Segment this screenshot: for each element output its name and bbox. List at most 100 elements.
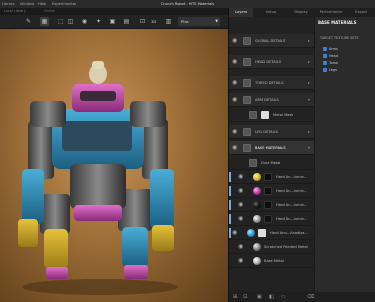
folder-icon xyxy=(243,79,251,87)
right-panel: Layers Setup Display Performance Export … xyxy=(228,8,375,302)
checkbox-checked-icon xyxy=(323,47,327,51)
eye-icon[interactable]: ◉ xyxy=(238,254,243,268)
checkbox-label: Legs xyxy=(329,68,337,72)
eye-icon[interactable]: ◉ xyxy=(238,184,243,198)
material-ball-icon xyxy=(253,257,261,265)
folder-icon xyxy=(243,144,251,152)
texture-set-arms-checkbox[interactable]: Arms xyxy=(323,46,375,52)
paint-tool-icon[interactable]: ✎ xyxy=(24,17,33,26)
add-effect-icon[interactable]: ◧ xyxy=(269,292,274,302)
layer-arm-details[interactable]: ◉ ARM DETAILS ▾ xyxy=(229,93,314,107)
chevron-right-icon[interactable]: ▸ xyxy=(308,55,310,69)
layer-label: ARM DETAILS xyxy=(255,98,279,102)
folder-icon xyxy=(243,96,251,104)
app-window: Library Window Help Experimental Crunch … xyxy=(0,0,375,302)
mask-thumbnail xyxy=(264,201,272,209)
render-icon[interactable]: ▤ xyxy=(122,17,131,26)
layer-metal-mask[interactable]: Metal Mask xyxy=(229,108,314,122)
checkbox-checked-icon xyxy=(323,68,327,72)
layer-head-details[interactable]: ◉ HEAD DETAILS ▸ xyxy=(229,55,314,69)
material-ball-icon xyxy=(247,229,255,237)
chevron-right-icon[interactable]: ▸ xyxy=(308,76,310,90)
folder-icon xyxy=(243,58,251,66)
chevron-down-icon: ▼ xyxy=(215,19,218,23)
layout-icon[interactable]: ▥ xyxy=(164,17,173,26)
add-layer-icon[interactable]: ⊞ xyxy=(233,292,237,302)
texture-set-head-checkbox[interactable]: Head xyxy=(323,53,375,59)
layer-scratched-painted-metal[interactable]: ◉ Scratched Painted Metal xyxy=(229,240,314,254)
chevron-right-icon[interactable]: ▸ xyxy=(308,34,310,48)
layer-material-pink[interactable]: ◉ Hard An...lumin... xyxy=(229,184,314,198)
layer-label: Hard An...lumin... xyxy=(276,175,308,179)
sphere-tool-icon[interactable]: ◉ xyxy=(80,17,89,26)
layer-label: GLOBAL DETAILS xyxy=(255,39,286,43)
texture-set-legs-checkbox[interactable]: Legs xyxy=(323,67,375,73)
folder-icon xyxy=(243,37,251,45)
folder-icon xyxy=(249,159,257,167)
grid-tool-icon[interactable]: ▦ xyxy=(40,17,49,26)
panel-tabs: Layers Setup Display Performance Export xyxy=(229,8,375,17)
eye-icon[interactable]: ◉ xyxy=(232,34,237,48)
chevron-right-icon[interactable]: ▸ xyxy=(308,125,310,139)
checkbox-checked-icon xyxy=(323,61,327,65)
tab-display[interactable]: Display xyxy=(289,8,313,17)
eye-icon[interactable]: ◉ xyxy=(238,170,243,184)
eye-icon[interactable]: ◉ xyxy=(232,76,237,90)
add-mask-icon[interactable]: ▣ xyxy=(257,292,262,302)
mask-thumbnail xyxy=(258,229,266,237)
chevron-down-icon[interactable]: ▾ xyxy=(308,141,310,155)
eye-icon[interactable]: ◉ xyxy=(232,55,237,69)
layer-material-blue[interactable]: ◉ Hard Anu...Anodiza... xyxy=(229,226,314,240)
layer-dust-metal[interactable]: Dust Metal xyxy=(229,156,314,170)
eye-icon[interactable]: ◉ xyxy=(238,240,243,254)
layer-base-metal[interactable]: ◉ Base Metal xyxy=(229,254,314,268)
delete-icon[interactable]: ⌫ xyxy=(307,292,314,302)
eye-icon[interactable]: ◉ xyxy=(238,212,243,226)
select-tool-icon[interactable]: ⬚ xyxy=(56,17,65,26)
eye-icon[interactable]: ◉ xyxy=(232,141,237,155)
layer-label: HEAD DETAILS xyxy=(255,60,282,64)
eye-icon[interactable]: ◉ xyxy=(238,198,243,212)
layer-material-yellow[interactable]: ◉ Hard An...lumin... xyxy=(229,170,314,184)
chevron-down-icon[interactable]: ▾ xyxy=(308,93,310,107)
eye-icon[interactable]: ◉ xyxy=(232,93,237,107)
material-ball-icon xyxy=(253,215,261,223)
transform-tool-icon[interactable]: ◫ xyxy=(66,17,75,26)
checkbox-label: Arms xyxy=(329,47,338,51)
camera-icon[interactable]: ▣ xyxy=(108,17,117,26)
texture-set-torso-checkbox[interactable]: Torso xyxy=(323,60,375,66)
layer-label: LEG DETAILS xyxy=(255,130,278,134)
folder-icon xyxy=(243,128,251,136)
layer-global-details[interactable]: ◉ GLOBAL DETAILS ▸ xyxy=(229,34,314,48)
layer-torso-details[interactable]: ◉ TORSO DETAILS ▸ xyxy=(229,76,314,90)
layer-base-materials[interactable]: ◉ BASE MATERIALS ▾ xyxy=(229,141,314,155)
preset-select[interactable]: Plas ▼ xyxy=(178,17,220,26)
layer-leg-details[interactable]: ◉ LEG DETAILS ▸ xyxy=(229,125,314,139)
robot-model-render xyxy=(18,61,178,295)
picker-tool-icon[interactable]: ✦ xyxy=(94,17,103,26)
layer-label: Metal Mask xyxy=(273,113,294,117)
layer-material-black[interactable]: ◉ Hard An...lumin... xyxy=(229,198,314,212)
window-title: Crunch Robot - MTS Materials xyxy=(160,2,215,6)
eye-icon[interactable]: ◉ xyxy=(232,226,237,240)
selection-marker xyxy=(229,186,231,196)
3d-viewport[interactable] xyxy=(0,29,228,302)
checkbox-label: Torso xyxy=(329,61,338,65)
selection-marker xyxy=(229,228,231,238)
add-fill-icon[interactable]: ⊡ xyxy=(243,292,247,302)
tab-online[interactable]: Online xyxy=(44,8,55,15)
tab-export[interactable]: Export xyxy=(349,8,373,17)
eye-icon[interactable]: ◉ xyxy=(232,125,237,139)
tab-local-library[interactable]: Local Library xyxy=(4,8,26,15)
layer-label: Hard Anu...Anodiza... xyxy=(270,231,308,235)
lock-icon[interactable]: ⊡ xyxy=(138,17,147,26)
viewport-toolbar: ✎ ▦ ⬚ ◫ ◉ ✦ ▣ ▤ ⊡ 3D ▥ Plas ▼ xyxy=(0,15,228,29)
tab-layers[interactable]: Layers xyxy=(229,8,253,17)
layer-label: TORSO DETAILS xyxy=(255,81,284,85)
checkbox-checked-icon xyxy=(323,54,327,58)
layer-material-silver[interactable]: ◉ Hard An...lumin... xyxy=(229,212,314,226)
add-folder-icon[interactable]: ▭ xyxy=(281,292,286,302)
view-mode-select[interactable]: 3D xyxy=(151,17,161,26)
tab-performance[interactable]: Performance xyxy=(319,8,343,17)
tab-setup[interactable]: Setup xyxy=(259,8,283,17)
